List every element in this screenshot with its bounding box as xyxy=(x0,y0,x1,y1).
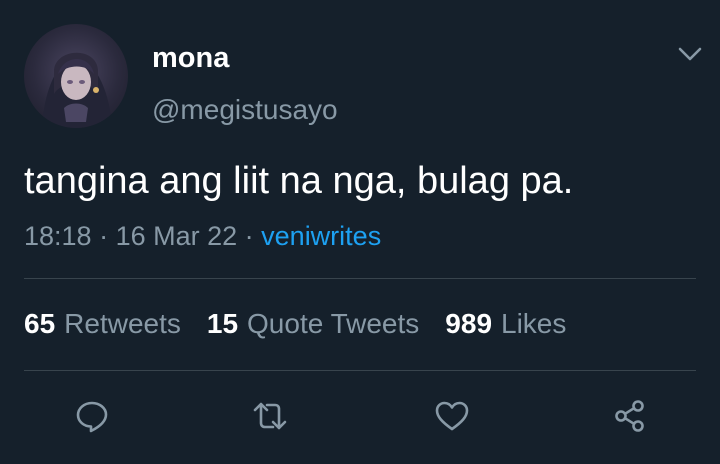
quote-tweets-label: Quote Tweets xyxy=(247,308,420,339)
retweets-count: 65 xyxy=(24,308,56,339)
tweet-source-link[interactable]: veniwrites xyxy=(261,221,381,251)
likes-stat[interactable]: 989 Likes xyxy=(445,308,566,340)
avatar-image xyxy=(42,52,112,128)
likes-count: 989 xyxy=(445,308,493,339)
tweet-stats: 65 Retweets 15 Quote Tweets 989 Likes xyxy=(24,308,566,340)
quote-tweets-count: 15 xyxy=(206,308,239,339)
tweet-date: 16 Mar 22 xyxy=(115,221,238,251)
retweets-stat[interactable]: 65 Retweets xyxy=(24,308,181,340)
quote-tweets-stat[interactable]: 15 Quote Tweets xyxy=(207,308,419,340)
tweet-time: 18:18 xyxy=(24,221,92,251)
tweet-meta: 18:18 · 16 Mar 22 · veniwrites xyxy=(24,221,381,252)
retweet-button[interactable] xyxy=(248,394,292,438)
meta-separator: · xyxy=(91,221,116,251)
action-bar xyxy=(0,394,720,438)
author-handle[interactable]: @megistusayo xyxy=(152,94,338,126)
meta-separator: · xyxy=(237,221,262,251)
divider xyxy=(24,278,696,279)
retweets-label: Retweets xyxy=(64,308,181,339)
chevron-down-icon[interactable] xyxy=(676,40,704,68)
author-name[interactable]: mona xyxy=(152,42,229,75)
like-button[interactable] xyxy=(430,394,474,438)
divider xyxy=(24,370,696,371)
reply-icon xyxy=(76,401,108,433)
retweet-icon xyxy=(253,402,287,430)
share-icon xyxy=(615,400,644,432)
tweet-text: tangina ang liit na nga, bulag pa. xyxy=(24,160,574,202)
avatar[interactable] xyxy=(24,24,128,128)
reply-button[interactable] xyxy=(70,394,114,438)
like-icon xyxy=(435,401,469,431)
likes-label: Likes xyxy=(501,308,567,339)
share-button[interactable] xyxy=(608,394,652,438)
